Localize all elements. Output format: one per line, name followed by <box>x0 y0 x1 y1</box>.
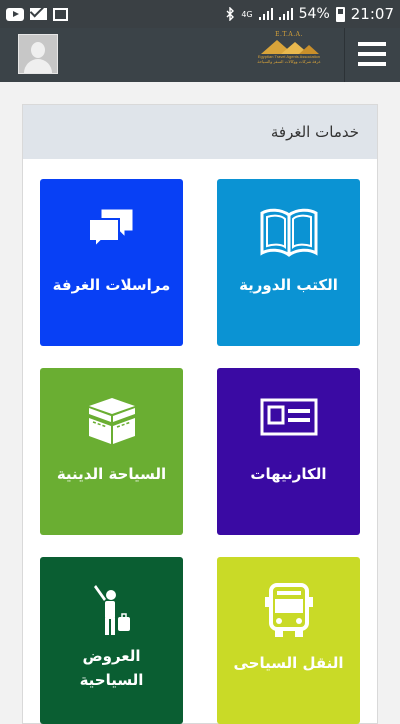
bluetooth-icon <box>226 7 235 21</box>
services-card: خدمات الغرفة الكتب الدورية مراسلات الغرف… <box>22 104 378 724</box>
tile-label: الكارنيهات <box>250 465 327 483</box>
network-type: 4G <box>241 9 253 19</box>
avatar-shoulders-shape <box>24 59 52 73</box>
tile-chamber-correspondence[interactable]: مراسلات الغرفة <box>40 179 183 346</box>
traveler-icon <box>40 585 183 637</box>
battery-percent: 54% <box>298 6 330 22</box>
menu-bar <box>358 62 386 66</box>
avatar[interactable] <box>18 34 58 74</box>
clock: 21:07 <box>350 5 394 23</box>
system-icons: 4G 54% 21:07 <box>226 5 394 23</box>
avatar-head-shape <box>31 42 45 58</box>
section-title: خدمات الغرفة <box>270 123 359 141</box>
tile-religious-tourism[interactable]: السياحة الدينية <box>40 368 183 535</box>
tile-label-line2: السياحية <box>79 671 144 689</box>
image-icon <box>53 7 68 21</box>
tile-id-cards[interactable]: الكارنيهات <box>217 368 360 535</box>
tile-tourist-offers[interactable]: العروض السياحية <box>40 557 183 724</box>
logo-abbr: E.T.A.A. <box>275 31 303 38</box>
etaa-logo: E.T.A.A. Egyptian Travel Agents Associat… <box>254 31 324 75</box>
mail-icon <box>30 8 47 20</box>
tile-label: السياحة الدينية <box>56 465 167 483</box>
chat-bubbles-icon <box>40 205 183 251</box>
logo-name-ar: غرفة شركات ووكالات السفر والسياحة <box>257 59 321 64</box>
id-card-icon <box>217 394 360 440</box>
tile-tourist-transport[interactable]: النقل السياحى <box>217 557 360 724</box>
youtube-icon <box>6 7 24 21</box>
status-bar: 4G 54% 21:07 <box>0 0 400 28</box>
pyramids-icon <box>261 40 319 54</box>
battery-icon <box>335 6 345 22</box>
app-header: E.T.A.A. Egyptian Travel Agents Associat… <box>0 28 400 82</box>
hamburger-icon[interactable] <box>358 42 386 66</box>
header-divider <box>344 28 345 82</box>
tile-label: مراسلات الغرفة <box>52 276 171 294</box>
bus-icon <box>217 583 360 639</box>
menu-bar <box>358 42 386 46</box>
notification-icons <box>6 7 68 21</box>
book-icon <box>217 205 360 259</box>
services-header: خدمات الغرفة <box>23 105 377 159</box>
tile-label: النقل السياحى <box>233 654 344 672</box>
tile-periodic-books[interactable]: الكتب الدورية <box>217 179 360 346</box>
signal-icon-2 <box>278 8 293 20</box>
kaaba-icon <box>40 394 183 448</box>
menu-bar <box>358 52 386 56</box>
signal-icon <box>258 8 273 20</box>
tile-label: الكتب الدورية <box>239 276 338 294</box>
tile-label-line1: العروض <box>82 647 141 665</box>
